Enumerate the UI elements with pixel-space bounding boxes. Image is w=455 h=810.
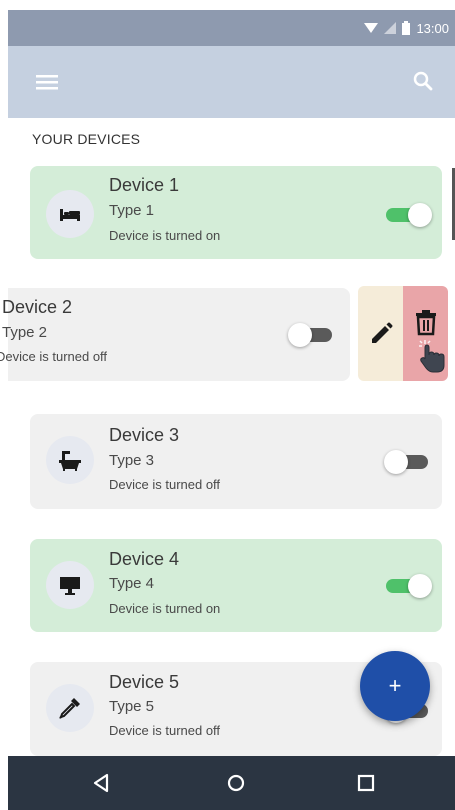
bathtub-icon xyxy=(59,451,81,471)
device-status: Device is turned off xyxy=(0,349,108,364)
status-time: 13:00 xyxy=(416,20,449,36)
device-avatar xyxy=(46,436,94,484)
battery-icon xyxy=(402,21,411,35)
menu-icon[interactable] xyxy=(32,68,64,96)
delete-action-button[interactable] xyxy=(403,286,448,381)
device-avatar xyxy=(46,684,94,732)
device-name: Device 3 xyxy=(109,425,180,445)
device-name: Device 5 xyxy=(109,672,180,692)
device-type: Type 1 xyxy=(109,202,155,219)
edit-action-button[interactable] xyxy=(358,286,403,381)
navigation-bar xyxy=(8,756,455,810)
pipette-icon xyxy=(59,698,80,719)
section-title: YOUR DEVICES xyxy=(32,131,141,147)
device-avatar xyxy=(46,190,94,238)
device-type: Type 4 xyxy=(109,575,155,592)
device-avatar xyxy=(46,561,94,609)
signal-icon xyxy=(384,22,397,34)
back-icon[interactable] xyxy=(89,770,115,796)
device-card-1[interactable]: Device 1 Type 1 Device is turned on xyxy=(30,166,442,259)
device-status: Device is turned on xyxy=(109,228,221,243)
device-type: Type 2 xyxy=(2,324,48,341)
monitor-icon xyxy=(60,577,80,595)
hand-pointer-icon xyxy=(418,339,444,372)
pencil-icon xyxy=(371,322,392,343)
bed-icon xyxy=(60,209,80,221)
search-icon[interactable] xyxy=(409,68,437,96)
device-name: Device 4 xyxy=(109,549,180,569)
device-type: Type 3 xyxy=(109,452,155,469)
device-name: Device 1 xyxy=(109,175,180,195)
recents-icon[interactable] xyxy=(353,770,379,796)
device-toggle[interactable] xyxy=(384,573,432,599)
device-card-2[interactable]: Device 2 Type 2 Device is turned off xyxy=(0,288,350,381)
device-card-4[interactable]: Device 4 Type 4 Device is turned on xyxy=(30,539,442,632)
device-status: Device is turned on xyxy=(109,601,221,616)
device-status: Device is turned off xyxy=(109,477,221,492)
app-bar xyxy=(8,46,455,118)
device-card-3[interactable]: Device 3 Type 3 Device is turned off xyxy=(30,414,442,509)
device-name: Device 2 xyxy=(2,297,73,317)
trash-icon xyxy=(415,309,436,335)
home-icon[interactable] xyxy=(223,770,249,796)
device-status: Device is turned off xyxy=(109,723,221,738)
wifi-icon xyxy=(364,23,379,33)
device-type: Type 5 xyxy=(109,698,155,715)
add-device-button[interactable]: + xyxy=(360,651,430,721)
device-toggle[interactable] xyxy=(384,202,432,228)
device-toggle[interactable] xyxy=(384,449,432,475)
status-bar: 13:00 xyxy=(8,10,455,46)
plus-icon: + xyxy=(388,673,402,698)
device-toggle[interactable] xyxy=(288,322,336,348)
